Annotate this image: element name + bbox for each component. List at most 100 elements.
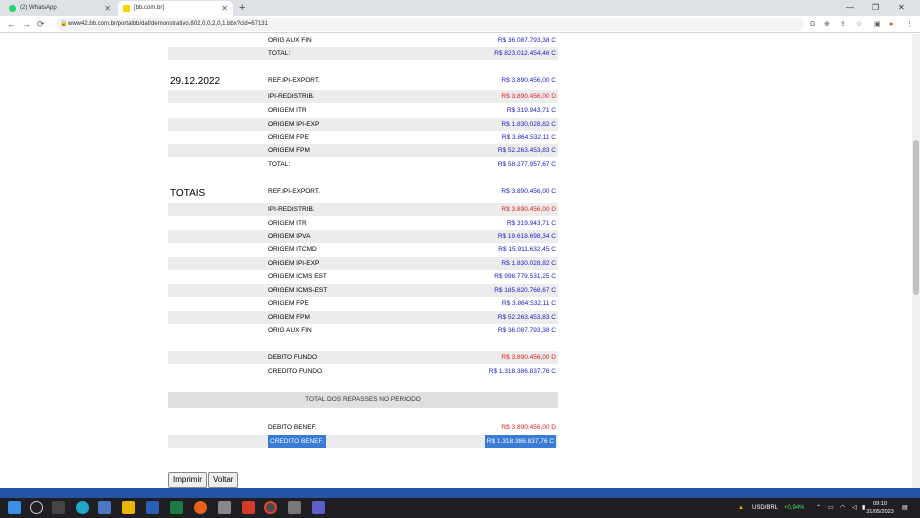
tab-bb[interactable]: [bb.com.br] ✕ xyxy=(118,1,233,16)
forward-icon[interactable]: → xyxy=(22,16,31,33)
tab-label: [bb.com.br] xyxy=(134,5,165,11)
print-button[interactable]: Imprimir xyxy=(168,472,207,488)
row-value: R$ 3.890.456,00 D xyxy=(501,206,556,213)
table-row: IPI-REDISTRIB. R$ 3.890.456,00 D xyxy=(168,90,558,103)
task-view-icon[interactable] xyxy=(52,501,65,514)
row-value: R$ 3.890.456,00 C xyxy=(501,77,556,84)
app-icon[interactable] xyxy=(218,501,231,514)
row-label: ORIGEM IPI-EXP xyxy=(268,260,320,267)
google-icon[interactable]: G xyxy=(810,16,815,33)
table-row: TOTAL: R$ 823.012.454,46 C xyxy=(168,47,558,60)
profile-icon[interactable]: ● xyxy=(889,16,893,33)
app-icon[interactable] xyxy=(242,501,255,514)
close-tab-icon[interactable]: ✕ xyxy=(104,1,111,16)
row-label: ORIGEM IPVA xyxy=(268,233,311,240)
close-tab-icon[interactable]: ✕ xyxy=(221,1,228,16)
ticker-label[interactable]: USD/BRL xyxy=(752,498,778,518)
lock-icon[interactable]: 🔒 xyxy=(60,18,67,31)
ticker-change: +0,94% xyxy=(784,505,805,511)
table-row: IPI-REDISTRIB. R$ 3.890.456,00 D xyxy=(168,203,558,216)
app-icon[interactable] xyxy=(98,501,111,514)
network-icon[interactable]: ▭ xyxy=(828,498,834,518)
clock-time: 09:10 xyxy=(873,501,887,507)
row-label: REF.IPI-EXPORT. xyxy=(268,77,320,84)
page-content: ORIG AUX FIN R$ 36.087.793,38 C TOTAL: R… xyxy=(0,34,912,488)
new-tab-button[interactable]: + xyxy=(239,0,245,16)
back-icon[interactable]: ← xyxy=(7,16,16,33)
maximize-icon[interactable]: ❐ xyxy=(872,0,879,16)
row-label: ORIGEM ITCMD xyxy=(268,246,317,253)
row-value: R$ 1.830.028,82 C xyxy=(501,121,556,128)
page-footer-band xyxy=(0,488,920,498)
share-icon[interactable]: ⇪ xyxy=(840,16,846,33)
firefox-icon[interactable] xyxy=(194,501,207,514)
url-input[interactable]: 🔒 www42.bb.com.br/portalbb/daf/demonstra… xyxy=(56,18,804,31)
row-label: ORIGEM IPI-EXP xyxy=(268,121,320,128)
row-label: TOTAL: xyxy=(268,50,291,57)
address-bar-row: ← → ⟳ 🔒 www42.bb.com.br/portalbb/daf/dem… xyxy=(0,16,920,33)
teams-icon[interactable] xyxy=(312,501,325,514)
row-value: R$ 3.864.532,11 C xyxy=(501,134,556,141)
bookmark-star-icon[interactable]: ☆ xyxy=(856,16,862,33)
whatsapp-icon xyxy=(9,5,16,12)
table-row: ORIGEM ICMS-EST R$ 185.820.768,67 C xyxy=(168,284,558,297)
row-value: R$ 15.911.632,45 C xyxy=(498,246,556,253)
tab-whatsapp[interactable]: (2) WhatsApp ✕ xyxy=(4,1,116,16)
table-row: DEBITO BENEF. R$ 3.890.456,00 D xyxy=(168,421,558,434)
row-label: ORIGEM FPE xyxy=(268,134,309,141)
table-row: CREDITO FUNDO R$ 1.318.386.837,76 C xyxy=(168,365,558,378)
edge-icon[interactable] xyxy=(76,501,89,514)
row-value: R$ 1.830.028,82 C xyxy=(501,260,556,267)
word-icon[interactable] xyxy=(146,501,159,514)
row-label: DEBITO BENEF. xyxy=(268,424,317,431)
row-label: ORIGEM FPE xyxy=(268,300,309,307)
table-row: TOTAL: R$ 58.277.957,67 C xyxy=(168,158,558,171)
row-label: ORIGEM ITR xyxy=(268,107,307,114)
table-row: ORIGEM ITCMD R$ 15.911.632,45 C xyxy=(168,243,558,256)
row-label: ORIGEM ITR xyxy=(268,220,307,227)
close-window-icon[interactable]: ✕ xyxy=(898,0,905,16)
tab-strip: (2) WhatsApp ✕ [bb.com.br] ✕ + — ❐ ✕ xyxy=(0,0,920,16)
search-icon[interactable] xyxy=(30,501,43,514)
battery-icon[interactable]: ▮ xyxy=(862,498,865,518)
row-value: R$ 36.087.793,38 C xyxy=(497,37,556,44)
row-label: ORIGEM FPM xyxy=(268,147,310,154)
period-total-banner: TOTAL DOS REPASSES NO PERIODO xyxy=(168,392,558,408)
app-icon[interactable] xyxy=(288,501,301,514)
zoom-icon[interactable]: ⊕ xyxy=(824,16,830,33)
row-label-selected: CREDITO BENEF. xyxy=(268,435,326,448)
chrome-icon[interactable] xyxy=(264,501,277,514)
table-row: ORIG AUX FIN R$ 36.087.793,38 C xyxy=(168,324,558,337)
notification-icon[interactable]: ▤ xyxy=(902,498,908,518)
row-value: R$ 185.820.768,67 C xyxy=(494,287,556,294)
clock[interactable]: 09:10 31/05/2023 xyxy=(866,500,894,516)
url-text: www42.bb.com.br/portalbb/daf/demonstrati… xyxy=(68,21,268,27)
row-label: ORIG AUX FIN xyxy=(268,37,312,44)
excel-icon[interactable] xyxy=(170,501,183,514)
back-button[interactable]: Voltar xyxy=(208,472,239,488)
row-label: ORIGEM ICMS-EST xyxy=(268,287,328,294)
table-row: ORIGEM IPVA R$ 19.618.698,34 C xyxy=(168,230,558,243)
table-row: ORIGEM FPM R$ 52.263.453,83 C xyxy=(168,311,558,324)
row-value: R$ 52.263.453,83 C xyxy=(497,314,556,321)
row-label: IPI-REDISTRIB. xyxy=(268,206,315,213)
tray-chevron-icon[interactable]: ⌃ xyxy=(816,498,821,518)
table-row: REF.IPI-EXPORT. R$ 3.890.456,00 C xyxy=(168,185,558,198)
scrollbar-thumb[interactable] xyxy=(913,140,919,295)
volume-icon[interactable]: ◁ xyxy=(852,498,857,518)
wifi-icon[interactable]: ◠ xyxy=(840,498,845,518)
row-label: ORIGEM ICMS EST xyxy=(268,273,327,280)
table-row: ORIGEM ITR R$ 319.943,71 C xyxy=(168,217,558,230)
row-label: ORIG AUX FIN xyxy=(268,327,312,334)
row-label: DEBITO FUNDO xyxy=(268,354,317,361)
table-row: DEBITO FUNDO R$ 3.890.456,00 D xyxy=(168,351,558,364)
reload-icon[interactable]: ⟳ xyxy=(37,16,45,33)
file-explorer-icon[interactable] xyxy=(122,501,135,514)
minimize-icon[interactable]: — xyxy=(846,0,854,16)
windows-start-icon[interactable] xyxy=(8,501,21,514)
row-value: R$ 319.943,71 C xyxy=(506,107,556,114)
row-value: R$ 3.890.456,00 D xyxy=(501,424,556,431)
menu-icon[interactable]: ⋮ xyxy=(906,16,913,33)
sidepanel-icon[interactable]: ▣ xyxy=(874,16,881,33)
table-row: ORIG AUX FIN R$ 36.087.793,38 C xyxy=(168,34,558,47)
